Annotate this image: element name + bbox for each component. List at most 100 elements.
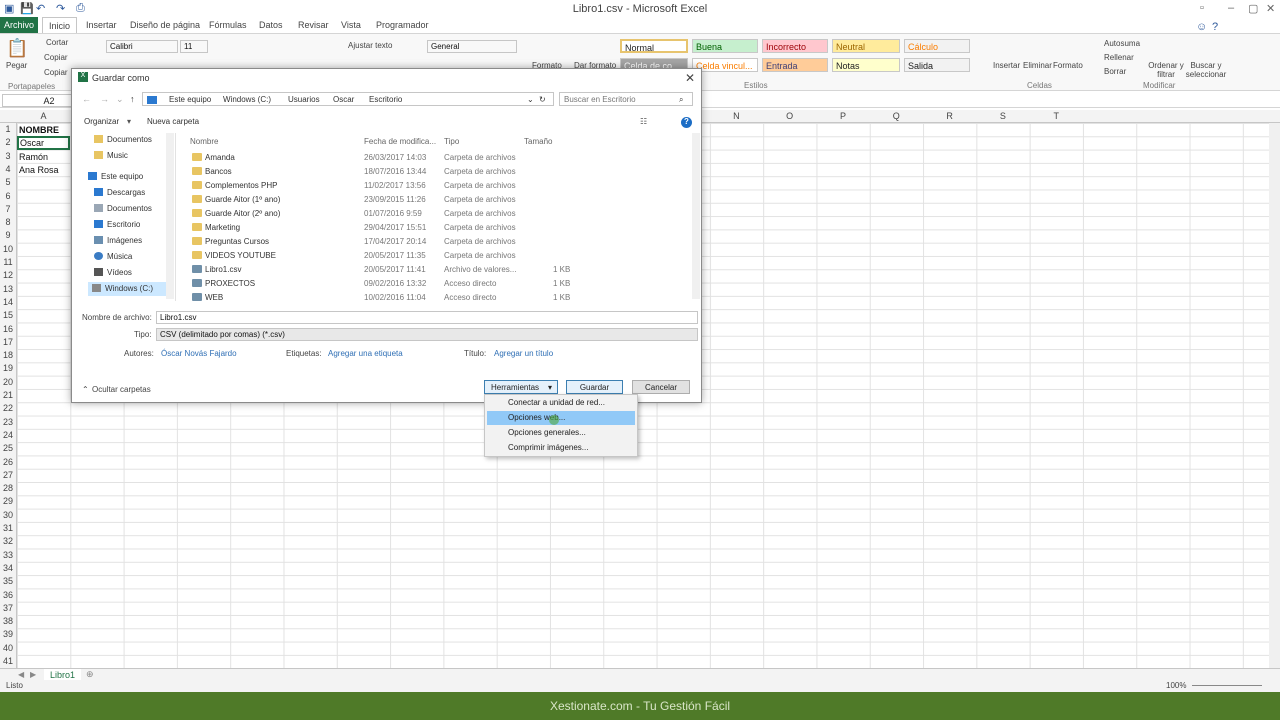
breadcrumb-oscar[interactable]: Oscar [333,95,354,104]
fill-button[interactable]: Rellenar [1104,53,1134,62]
restore-ribbon-icon[interactable]: ▫ [1200,2,1204,14]
tab-home[interactable]: Inicio [42,17,78,33]
row-header[interactable]: 35 [0,576,16,589]
tools-button[interactable]: Herramientas ▾ [484,380,558,394]
row-header[interactable]: 29 [0,496,16,509]
help-circle-icon[interactable]: ? [681,117,692,128]
column-header[interactable]: P [817,111,870,121]
tab-developer[interactable]: Programador [376,20,429,30]
nav-este-equipo[interactable]: Este equipo [88,172,143,186]
smiley-icon[interactable]: ☺ [1196,21,1207,33]
cell-a3[interactable]: Ramón [19,152,48,162]
filetype-select[interactable]: CSV (delimitado por comas) (*.csv) [156,328,698,341]
vertical-scrollbar[interactable] [1269,123,1280,668]
file-row[interactable]: VIDEOS YOUTUBE 20/05/2017 11:35 Carpeta de… [190,249,680,263]
file-row[interactable]: Marketing 29/04/2017 15:51 Carpeta de arch… [190,221,680,235]
file-row[interactable]: Guarde Aitor (1º ano) 23/09/2015 11:26 Car… [190,193,680,207]
row-header[interactable]: 11 [0,257,16,270]
breadcrumb-usuarios[interactable]: Usuarios [288,95,320,104]
sort-filter-button[interactable]: Ordenar y filtrar [1148,61,1184,79]
hide-folders-button[interactable]: Ocultar carpetas [92,385,151,394]
close-window-icon[interactable]: ✕ [1266,2,1275,15]
nav-documentos-2[interactable]: Documentos [94,204,152,218]
sheet-nav-left-icon[interactable]: ◀ [18,670,24,679]
column-header[interactable]: T [1030,111,1083,121]
style-input[interactable]: Entrada [762,58,828,72]
row-header[interactable]: 34 [0,563,16,576]
insert-cells-button[interactable]: Insertar [993,61,1020,70]
row-header[interactable]: 10 [0,244,16,257]
menu-item-web-options[interactable]: Opciones web... [487,411,635,425]
nav-videos[interactable]: Vídeos [94,268,132,282]
tab-insert[interactable]: Insertar [86,20,117,30]
search-icon[interactable]: ⌕ [679,95,683,105]
column-header[interactable]: O [763,111,816,121]
row-header[interactable]: 19 [0,363,16,376]
row-header[interactable]: 20 [0,377,16,390]
tab-page-layout[interactable]: Diseño de página [130,20,200,30]
row-header[interactable]: 17 [0,337,16,350]
file-list-scrollbar[interactable] [692,133,700,299]
save-button[interactable]: Guardar [566,380,623,394]
style-calculation[interactable]: Cálculo [904,39,970,53]
nav-music[interactable]: Music [94,151,128,165]
style-note[interactable]: Notas [832,58,900,72]
row-header[interactable]: 36 [0,590,16,603]
cancel-button[interactable]: Cancelar [632,380,690,394]
search-input[interactable]: Buscar en Escritorio [559,92,693,106]
new-folder-button[interactable]: Nueva carpeta [147,117,199,126]
file-row[interactable]: Bancos 18/07/2016 13:44 Carpeta de archivo… [190,165,680,179]
column-header[interactable]: N [710,111,763,121]
row-header[interactable]: 18 [0,350,16,363]
nav-windows-c[interactable]: Windows (C:) [88,282,168,296]
wrap-text-button[interactable]: Ajustar texto [348,41,392,50]
column-header[interactable]: Q [870,111,923,121]
filename-input[interactable]: Libro1.csv [156,311,698,324]
row-header[interactable]: 25 [0,443,16,456]
autosum-button[interactable]: Autosuma [1104,39,1140,48]
column-type-header[interactable]: Tipo [444,137,459,146]
row-header[interactable]: 12 [0,270,16,283]
row-header[interactable]: 28 [0,483,16,496]
column-header[interactable]: R [923,111,976,121]
breadcrumb-escritorio[interactable]: Escritorio [369,95,402,104]
cell-a1[interactable]: NOMBRE [19,125,59,135]
nav-descargas[interactable]: Descargas [94,188,145,202]
style-neutral[interactable]: Neutral [832,39,900,53]
row-header[interactable]: 23 [0,417,16,430]
paste-icon[interactable]: 📋 [6,38,28,59]
tab-data[interactable]: Datos [259,20,283,30]
copy-button[interactable]: Copiar [44,53,68,62]
view-options-icon[interactable]: ☷ [640,117,647,126]
organize-dropdown-icon[interactable]: ▾ [127,117,131,126]
breadcrumb-este-equipo[interactable]: Este equipo [169,95,211,104]
up-arrow-icon[interactable]: ↑ [130,94,135,104]
row-header[interactable]: 39 [0,629,16,642]
recent-dropdown-icon[interactable]: ⌄ [116,94,124,105]
sheet-nav-right-icon[interactable]: ▶ [30,670,36,679]
dialog-close-icon[interactable]: ✕ [685,71,695,85]
row-header[interactable]: 30 [0,510,16,523]
column-size-header[interactable]: Tamaño [524,137,552,146]
tab-file[interactable]: Archivo [0,17,38,33]
row-header[interactable]: 24 [0,430,16,443]
paste-button[interactable]: Pegar [6,61,27,70]
maximize-icon[interactable]: ▢ [1248,2,1258,15]
row-header[interactable]: 32 [0,536,16,549]
tab-review[interactable]: Revisar [298,20,329,30]
cell-a4[interactable]: Ana Rosa [19,165,59,175]
nav-escritorio[interactable]: Escritorio [94,220,140,234]
nav-documentos[interactable]: Documentos [94,135,152,149]
file-row[interactable]: Guarde Aitor (2º ano) 01/07/2016 9:59 Carp… [190,207,680,221]
row-header[interactable]: 3 [0,151,16,164]
file-row[interactable]: PROXECTOS 09/02/2016 13:32 Acceso directo 1… [190,277,680,291]
style-bad[interactable]: Incorrecto [762,39,828,53]
zoom-slider[interactable] [1192,685,1262,686]
column-header[interactable]: S [976,111,1029,121]
row-header[interactable]: 13 [0,284,16,297]
column-date-header[interactable]: Fecha de modifica... [364,137,436,146]
row-header[interactable]: 5 [0,177,16,190]
zoom-level[interactable]: 100% [1166,681,1186,690]
row-header[interactable]: 8 [0,217,16,230]
organize-button[interactable]: Organizar [84,117,119,126]
